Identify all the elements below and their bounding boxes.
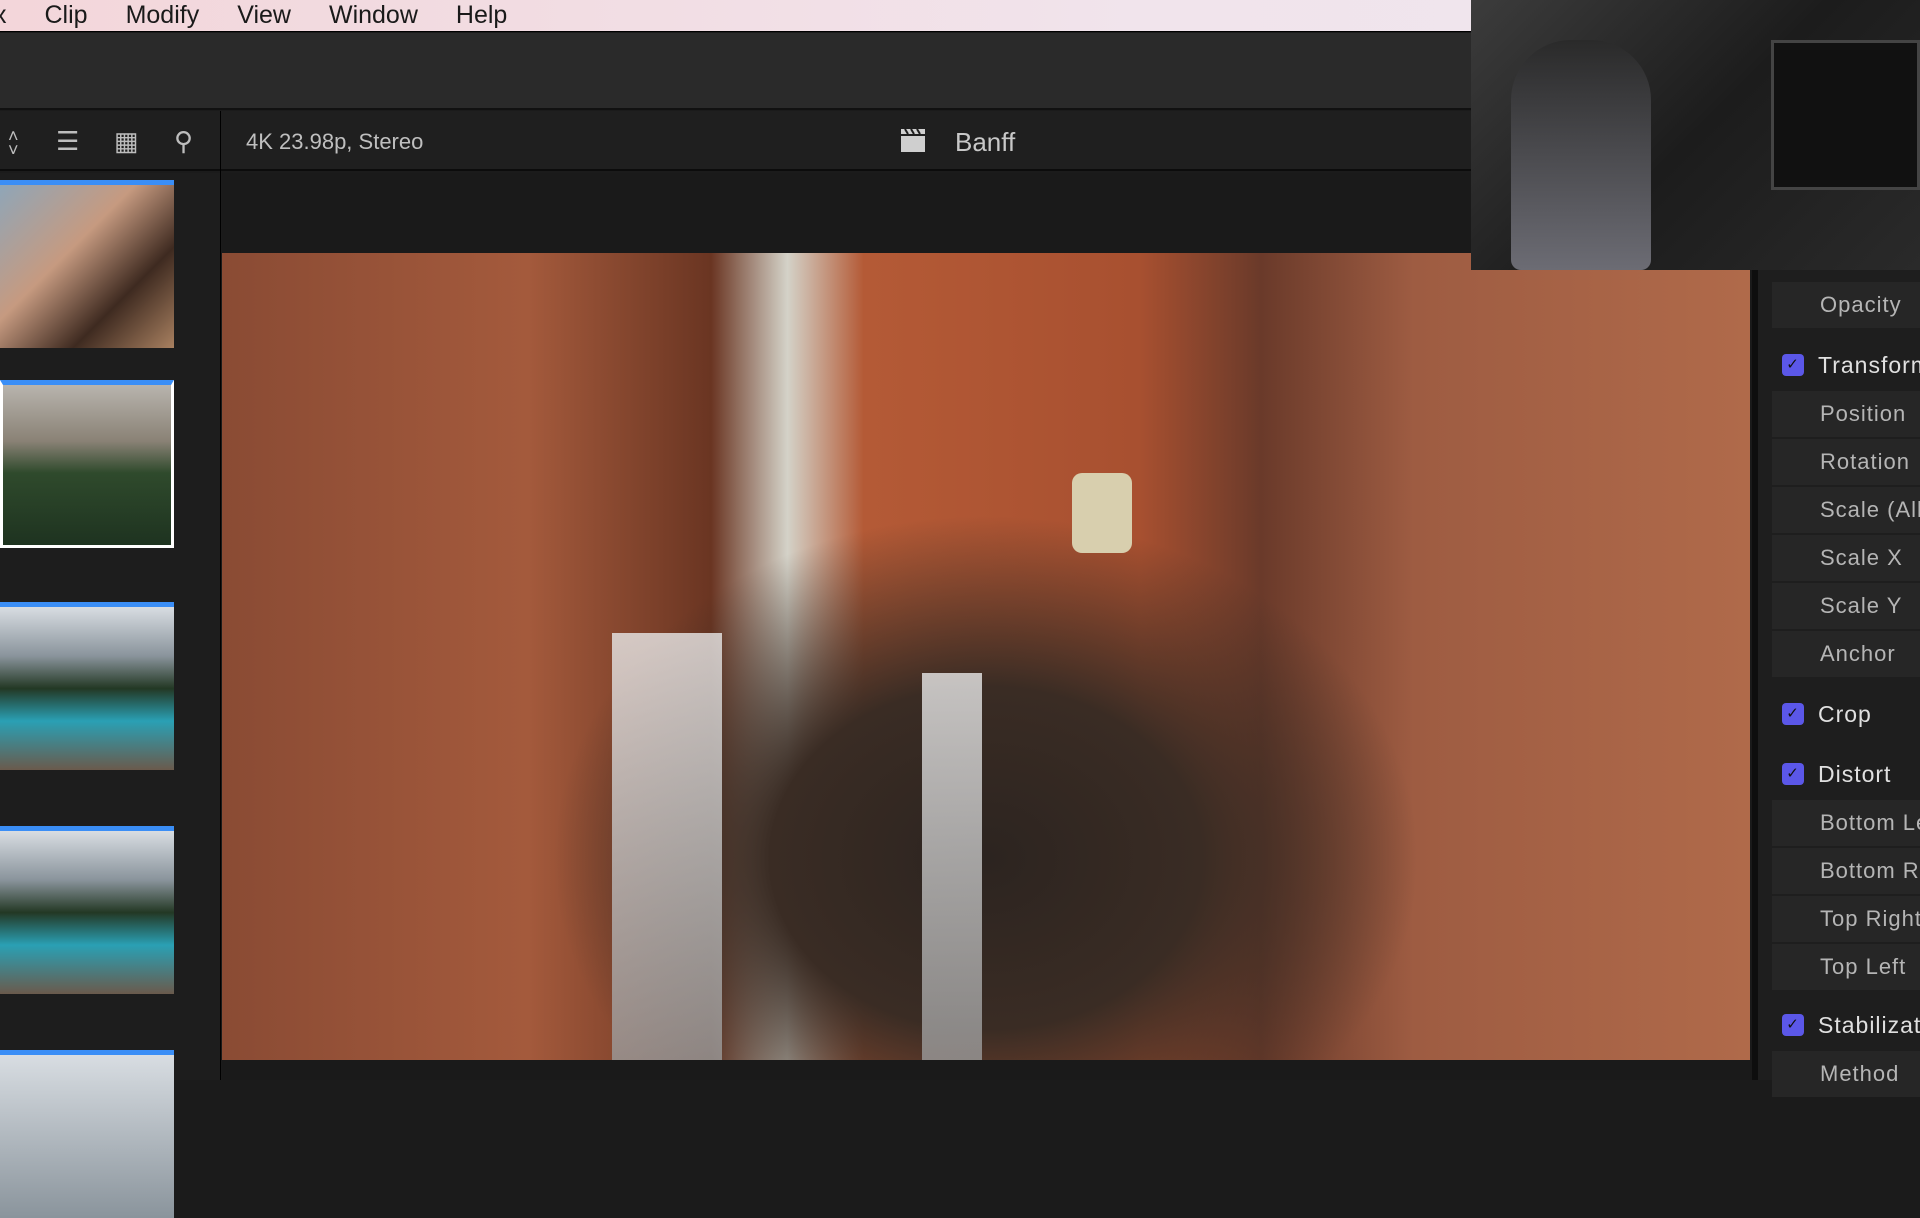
clip-thumbnail[interactable] [0,826,174,994]
section-distort[interactable]: ✓ Distort [1758,748,1920,800]
hiker-backpack [1072,473,1132,553]
menu-previous[interactable]: x [0,1,7,30]
browser-panel [0,173,220,1218]
menu-view[interactable]: View [237,1,291,30]
clip-thumbnail[interactable] [0,180,174,348]
section-stabilization[interactable]: ✓Stabilization [1758,999,1920,1051]
param-scale-y[interactable]: Scale Y [1772,583,1920,629]
video-frame[interactable] [222,253,1750,1060]
monitor [1771,40,1920,190]
panel-divider[interactable] [220,111,221,1080]
checkbox-stabilization[interactable]: ✓ [1782,1014,1804,1036]
list-view-icon[interactable]: ☰ [56,127,79,155]
checkbox-distort[interactable]: ✓ [1782,763,1804,785]
param-method[interactable]: Method [1772,1051,1920,1097]
search-icon[interactable]: ⚲ [174,127,193,155]
project-title: Banff [955,127,1016,157]
param-scale-x[interactable]: Scale X [1772,535,1920,581]
filmstrip-icon[interactable]: ▦ [114,127,139,155]
clip-thumbnail[interactable] [0,602,174,770]
section-transform[interactable]: ✓ Transform [1758,339,1920,391]
checkbox-crop[interactable]: ✓ [1782,703,1804,725]
section-crop[interactable]: ✓ Crop [1758,688,1920,740]
video-inspector: Opacity ✓ Transform Position Rotation Sca… [1752,270,1920,1097]
menu-clip[interactable]: Clip [45,1,88,30]
project-format: 4K 23.98p, Stereo [246,129,424,154]
clapper-icon [901,128,925,152]
param-top-left[interactable]: Top Left [1772,944,1920,990]
param-anchor[interactable]: Anchor [1772,631,1920,677]
menu-modify[interactable]: Modify [126,1,200,30]
param-scale-all[interactable]: Scale (All) [1772,487,1920,533]
viewer [222,173,1752,1080]
param-position[interactable]: Position [1772,391,1920,437]
param-rotation[interactable]: Rotation [1772,439,1920,485]
param-top-right[interactable]: Top Right [1772,896,1920,942]
waterfall [922,673,982,1060]
webcam-overlay [1471,0,1920,270]
menu-window[interactable]: Window [329,1,418,30]
clip-thumbnail[interactable] [0,1050,174,1218]
param-bottom-right[interactable]: Bottom Right [1772,848,1920,894]
chevron-updown-icon[interactable]: ˄ ˅ [8,127,19,159]
presenter [1511,40,1651,270]
param-bottom-left[interactable]: Bottom Left [1772,800,1920,846]
param-opacity[interactable]: Opacity [1772,282,1920,328]
waterfall [612,633,722,1060]
menu-help[interactable]: Help [456,1,507,30]
checkbox-transform[interactable]: ✓ [1782,354,1804,376]
clip-thumbnail-selected[interactable] [0,380,174,548]
